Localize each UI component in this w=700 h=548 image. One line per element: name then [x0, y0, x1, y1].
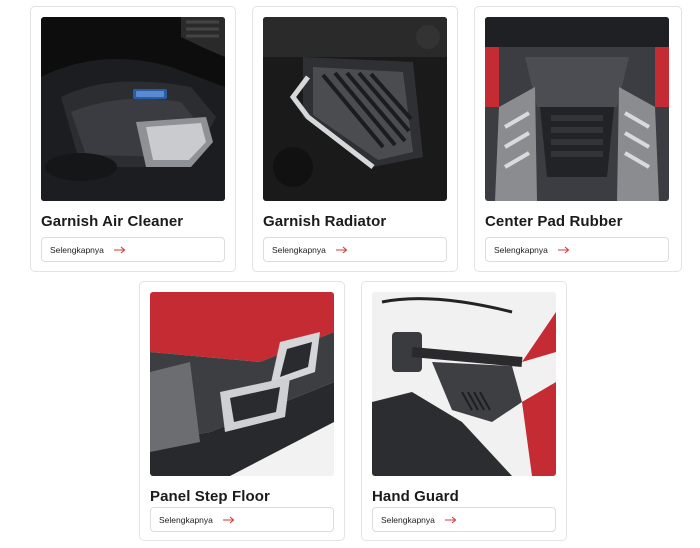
product-photo[interactable] — [372, 292, 556, 476]
arrow-right-icon — [335, 246, 348, 254]
product-photo[interactable] — [41, 17, 225, 201]
read-more-label: Selengkapnya — [381, 514, 435, 525]
read-more-label: Selengkapnya — [272, 244, 326, 255]
read-more-button[interactable]: Selengkapnya — [150, 507, 334, 532]
product-title: Garnish Air Cleaner — [41, 213, 184, 230]
product-card-panel-step-floor: Panel Step Floor Selengkapnya — [139, 281, 345, 541]
read-more-button[interactable]: Selengkapnya — [41, 237, 225, 262]
product-photo[interactable] — [485, 17, 669, 201]
product-title: Garnish Radiator — [263, 213, 387, 230]
product-card-hand-guard: Hand Guard Selengkapnya — [361, 281, 567, 541]
product-card-center-pad-rubber: Center Pad Rubber Selengkapnya — [474, 6, 682, 272]
product-photo[interactable] — [150, 292, 334, 476]
read-more-button[interactable]: Selengkapnya — [372, 507, 556, 532]
product-card-garnish-radiator: Garnish Radiator Selengkapnya — [252, 6, 458, 272]
read-more-button[interactable]: Selengkapnya — [485, 237, 669, 262]
product-card-garnish-air-cleaner: Garnish Air Cleaner Selengkapnya — [30, 6, 236, 272]
read-more-label: Selengkapnya — [494, 244, 548, 255]
product-title: Hand Guard — [372, 488, 459, 505]
read-more-label: Selengkapnya — [159, 514, 213, 525]
arrow-right-icon — [222, 516, 235, 524]
read-more-label: Selengkapnya — [50, 244, 104, 255]
product-photo[interactable] — [263, 17, 447, 201]
read-more-button[interactable]: Selengkapnya — [263, 237, 447, 262]
arrow-right-icon — [113, 246, 126, 254]
arrow-right-icon — [557, 246, 570, 254]
product-title: Panel Step Floor — [150, 488, 270, 505]
product-title: Center Pad Rubber — [485, 213, 623, 230]
arrow-right-icon — [444, 516, 457, 524]
